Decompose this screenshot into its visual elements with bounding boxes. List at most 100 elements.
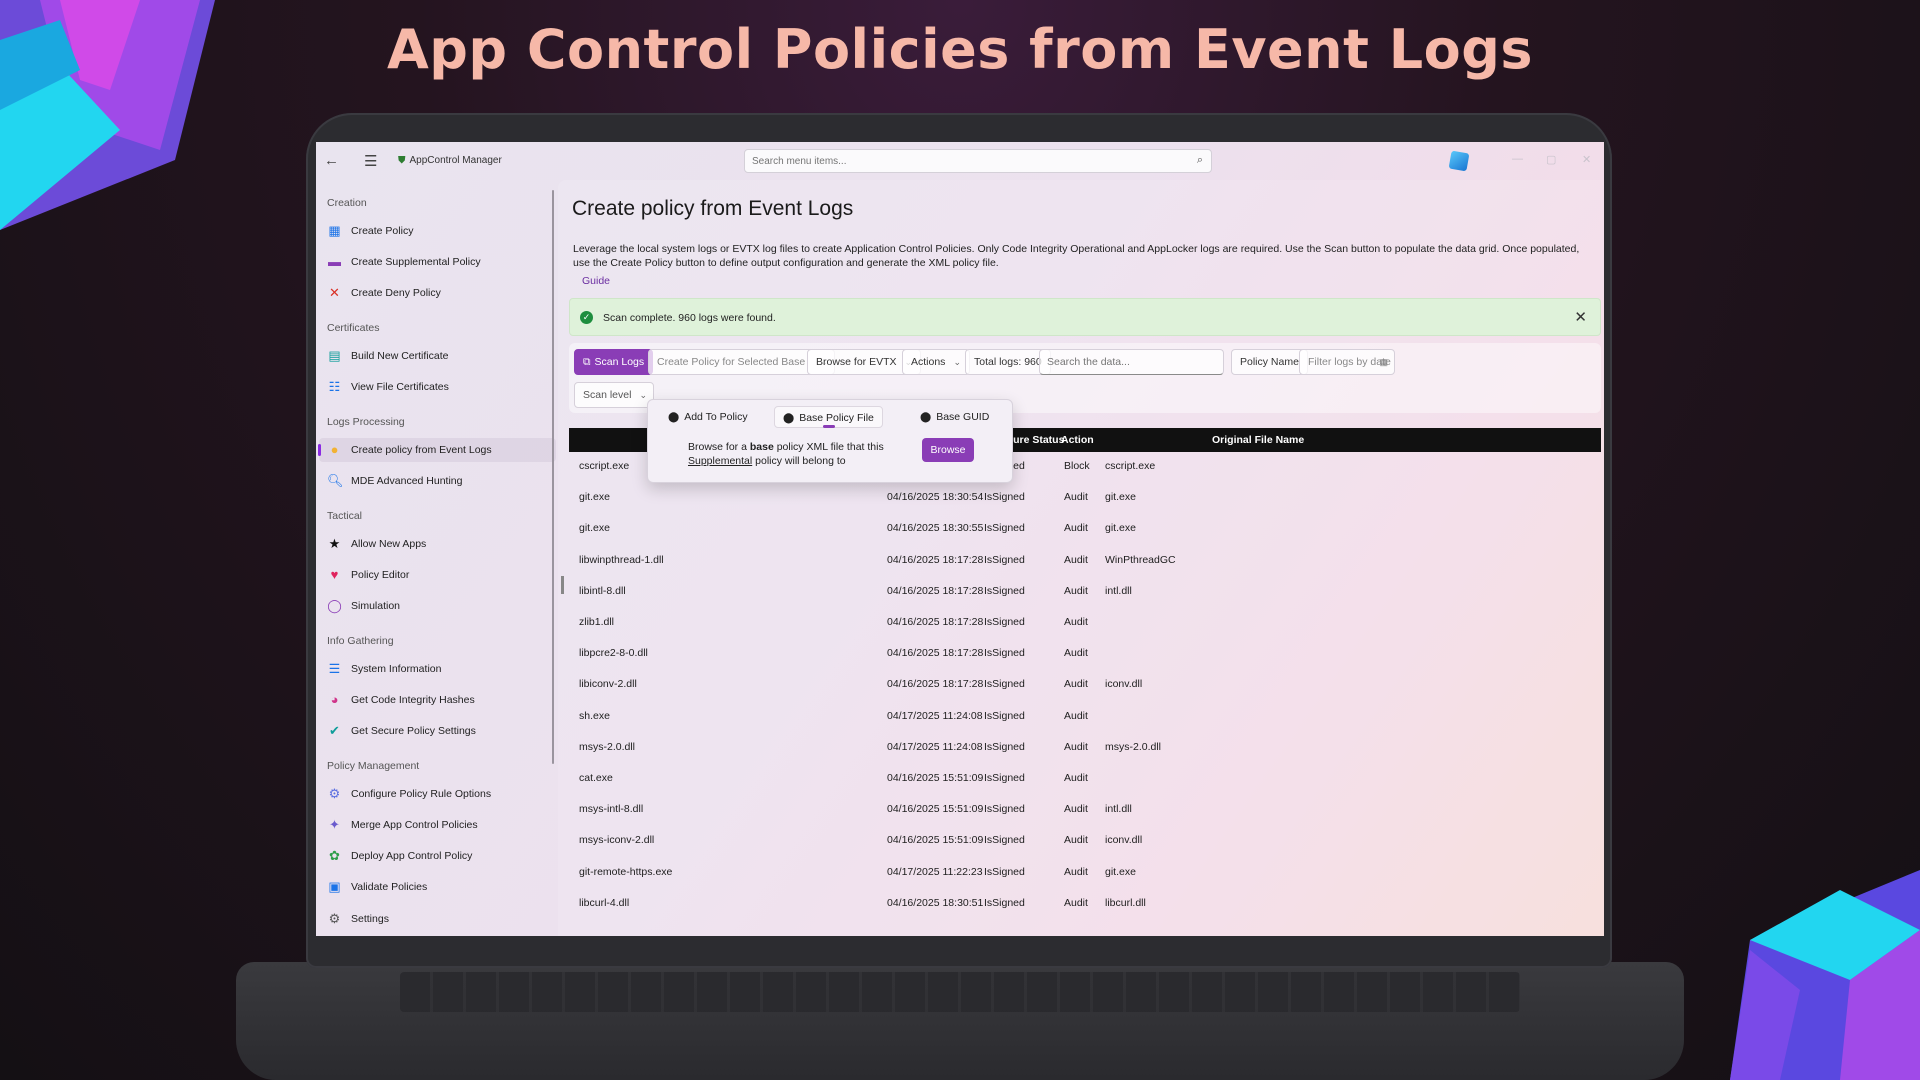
scan-logs-button[interactable]: ⧉ Scan Logs bbox=[574, 349, 654, 375]
info-message: Scan complete. 960 logs were found. bbox=[603, 312, 776, 324]
filter-date-picker[interactable]: Filter logs by date ▦ bbox=[1299, 349, 1395, 375]
chevron-down-icon: ⌄ bbox=[953, 357, 961, 367]
sidebar-item-settings[interactable]: ⚙ Settings bbox=[319, 907, 556, 931]
sidebar-item-policy-editor[interactable]: ♥ Policy Editor bbox=[319, 563, 556, 587]
sidebar-item-allow-new-apps[interactable]: ★ Allow New Apps bbox=[319, 532, 556, 556]
policy-name-button[interactable]: Policy Name bbox=[1231, 349, 1308, 375]
pin-icon: ⬤ bbox=[920, 412, 932, 423]
browse-evtx-label: Browse for EVTX bbox=[816, 356, 897, 368]
table-cell: git.exe bbox=[1105, 865, 1136, 878]
search-icon[interactable]: ⌕ bbox=[1197, 154, 1203, 167]
table-row[interactable]: git.exe 04/16/2025 18:30:55 IsSigned Audit g… bbox=[569, 514, 1601, 545]
table-cell: sh.exe bbox=[579, 709, 610, 722]
sidebar-item-label: Create Deny Policy bbox=[351, 287, 441, 299]
table-row[interactable]: libiconv-2.dll 04/16/2025 18:17:28 IsSigne… bbox=[569, 670, 1601, 701]
browse-button[interactable]: Browse bbox=[922, 438, 974, 462]
page-title: Create policy from Event Logs bbox=[572, 197, 854, 220]
policy-editor-icon: ♥ bbox=[330, 567, 339, 582]
table-cell: Audit bbox=[1064, 647, 1088, 660]
flyout-text-link: Supplemental bbox=[688, 455, 753, 467]
deploy-gear-icon: ✿ bbox=[329, 848, 340, 863]
sidebar-item-build-new-certificate[interactable]: ▤ Build New Certificate bbox=[319, 344, 556, 368]
sidebar-item-create-deny-policy[interactable]: ✕ Create Deny Policy bbox=[319, 281, 556, 305]
table-cell: libcurl.dll bbox=[1105, 896, 1146, 909]
create-policy-icon: ▦ bbox=[328, 223, 341, 238]
table-cell: libwinpthread-1.dll bbox=[579, 553, 664, 566]
table-row[interactable]: zlib1.dll 04/16/2025 18:17:28 IsSigned Audi… bbox=[569, 608, 1601, 639]
supplemental-policy-icon: ▬ bbox=[328, 254, 341, 269]
tab-add-to-policy[interactable]: ⬤ Add To Policy bbox=[660, 406, 756, 428]
table-cell: 04/16/2025 18:30:55 bbox=[887, 522, 984, 535]
close-window-button[interactable]: ✕ bbox=[1582, 153, 1591, 166]
sidebar-item-create-policy-from-event-logs[interactable]: ● Create policy from Event Logs bbox=[318, 438, 556, 462]
table-row[interactable]: git-remote-https.exe 04/17/2025 11:22:23 I… bbox=[569, 858, 1601, 889]
sidebar-item-deploy-app-control-policy[interactable]: ✿ Deploy App Control Policy bbox=[319, 844, 556, 868]
back-arrow-icon[interactable]: ← bbox=[324, 152, 339, 169]
app-window: ← ☰ ⛊AppControl Manager ⌕ — ▢ ✕ Creation… bbox=[316, 142, 1604, 936]
table-row[interactable]: libwinpthread-1.dll 04/16/2025 18:17:28 Is… bbox=[569, 546, 1601, 577]
table-cell: Audit bbox=[1064, 896, 1088, 909]
flyout-text-bold: base bbox=[749, 441, 774, 453]
sidebar-item-merge-app-control-policies[interactable]: ✦ Merge App Control Policies bbox=[319, 813, 556, 837]
sidebar-item-validate-policies[interactable]: ▣ Validate Policies bbox=[319, 875, 556, 899]
minimize-button[interactable]: — bbox=[1512, 153, 1523, 165]
maximize-button[interactable]: ▢ bbox=[1546, 153, 1556, 166]
filter-date-label: Filter logs by date bbox=[1308, 356, 1391, 368]
sidebar-item-get-secure-policy-settings[interactable]: ✔ Get Secure Policy Settings bbox=[319, 719, 556, 743]
sidebar-item-label: Policy Editor bbox=[351, 569, 410, 581]
data-search-input[interactable] bbox=[1039, 349, 1224, 375]
pin-icon: ⬤ bbox=[668, 412, 680, 423]
table-cell: libintl-8.dll bbox=[579, 584, 626, 597]
sidebar-item-create-policy[interactable]: ▦ Create Policy bbox=[319, 219, 556, 243]
table-cell: Audit bbox=[1064, 740, 1088, 753]
menu-search-box[interactable]: ⌕ bbox=[744, 149, 1212, 173]
table-row[interactable]: libcurl-4.dll 04/16/2025 18:30:51 IsSigned… bbox=[569, 889, 1601, 920]
scan-level-dropdown[interactable]: Scan level ⌄ bbox=[574, 382, 654, 408]
table-row[interactable]: msys-intl-8.dll 04/16/2025 15:51:09 IsSign… bbox=[569, 795, 1601, 826]
tab-label: Base GUID bbox=[936, 411, 990, 423]
title-bar: ← ☰ ⛊AppControl Manager ⌕ — ▢ ✕ bbox=[316, 142, 1604, 180]
menu-search-input[interactable] bbox=[745, 150, 1165, 172]
column-header[interactable]: Original File Name bbox=[1212, 434, 1304, 446]
table-cell: Audit bbox=[1064, 491, 1088, 504]
page-description: Leverage the local system logs or EVTX l… bbox=[573, 243, 1580, 269]
sidebar-item-mde-advanced-hunting[interactable]: 🔍︎ MDE Advanced Hunting bbox=[319, 469, 556, 493]
sidebar-item-label: Create Supplemental Policy bbox=[351, 256, 481, 268]
scan-icon: ⧉ bbox=[583, 356, 591, 368]
tab-base-guid[interactable]: ⬤ Base GUID bbox=[912, 406, 997, 428]
sidebar-item-create-supplemental-policy[interactable]: ▬ Create Supplemental Policy bbox=[319, 250, 556, 274]
table-cell: git.exe bbox=[1105, 522, 1136, 535]
table-row[interactable]: sh.exe 04/17/2025 11:24:08 IsSigned Audit bbox=[569, 702, 1601, 733]
table-cell: IsSigned bbox=[984, 678, 1025, 691]
flyout-description: Browse for a base policy XML file that t… bbox=[688, 440, 898, 468]
sidebar-item-get-code-integrity-hashes[interactable]: ◕ Get Code Integrity Hashes bbox=[319, 688, 556, 712]
actions-button[interactable]: Actions ⌄ bbox=[902, 349, 970, 375]
sidebar-item-configure-policy-rule-options[interactable]: ⚙ Configure Policy Rule Options bbox=[319, 782, 556, 806]
tab-label: Add To Policy bbox=[684, 411, 748, 423]
hamburger-icon[interactable]: ☰ bbox=[364, 152, 377, 170]
sidebar-item-system-information[interactable]: ☰ System Information bbox=[319, 657, 556, 681]
table-cell: git-remote-https.exe bbox=[579, 865, 673, 878]
table-row[interactable]: libpcre2-8-0.dll 04/16/2025 18:17:28 IsSig… bbox=[569, 639, 1601, 670]
tab-base-policy-file[interactable]: ⬤ Base Policy File bbox=[774, 406, 883, 428]
corner-decoration-bottom-right bbox=[1730, 870, 1920, 1080]
promo-title: App Control Policies from Event Logs bbox=[386, 18, 1534, 81]
table-row[interactable]: msys-iconv-2.dll 04/16/2025 15:51:09 IsSig… bbox=[569, 826, 1601, 857]
sidebar-item-view-file-certificates[interactable]: ☷ View File Certificates bbox=[319, 375, 556, 399]
table-row[interactable]: cat.exe 04/16/2025 15:51:09 IsSigned Audit bbox=[569, 764, 1601, 795]
selected-base-flyout: ⬤ Add To Policy ⬤ Base Policy File ⬤ Base G… bbox=[647, 399, 1013, 483]
table-cell: IsSigned bbox=[984, 709, 1025, 722]
table-cell: 04/17/2025 11:24:08 bbox=[887, 709, 983, 722]
sidebar-item-simulation[interactable]: ◯ Simulation bbox=[319, 594, 556, 618]
column-header[interactable]: Action bbox=[1061, 434, 1094, 446]
guide-link[interactable]: Guide bbox=[582, 275, 610, 287]
table-cell: iconv.dll bbox=[1105, 678, 1143, 691]
table-cell: IsSigned bbox=[984, 803, 1025, 816]
sidebar-scrollbar[interactable] bbox=[552, 190, 554, 764]
close-icon[interactable]: ✕ bbox=[1574, 308, 1587, 326]
table-row[interactable]: libintl-8.dll 04/16/2025 18:17:28 IsSigned… bbox=[569, 577, 1601, 608]
table-row[interactable]: msys-2.0.dll 04/17/2025 11:24:08 IsSigned A… bbox=[569, 733, 1601, 764]
table-row[interactable]: git.exe 04/16/2025 18:30:54 IsSigned Audit g… bbox=[569, 483, 1601, 514]
sidebar-item-label: Get Secure Policy Settings bbox=[351, 725, 476, 737]
event-logs-icon: ● bbox=[330, 442, 339, 457]
